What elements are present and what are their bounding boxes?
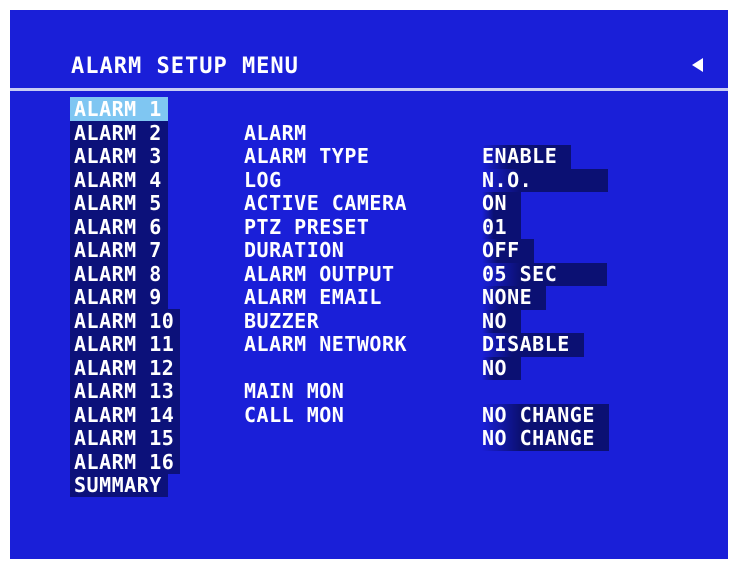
title-divider: [10, 88, 728, 91]
summary-label: SUMMARY: [70, 473, 168, 497]
alarm-list-item[interactable]: ALARM 16: [70, 449, 181, 475]
alarm-list-label: ALARM 7: [70, 238, 168, 262]
setting-row-main-mon[interactable]: MAIN MON NO CHANGE: [244, 357, 724, 427]
alarm-list-label: ALARM 14: [70, 402, 181, 427]
alarm-list-item[interactable]: ALARM 5: [70, 191, 180, 216]
alarm-list-label: ALARM 16: [70, 449, 181, 474]
setting-row-ptz-preset[interactable]: PTZ PRESET OFF: [244, 192, 724, 263]
alarm-list-item[interactable]: ALARM 2: [70, 120, 180, 146]
alarm-list-label: ALARM 12: [70, 355, 181, 380]
setting-value[interactable]: NO CHANGE: [482, 426, 609, 451]
alarm-list-item[interactable]: ALARM 7: [70, 238, 180, 263]
setting-label: CALL MON: [244, 402, 345, 427]
alarm-list-item[interactable]: ALARM 10: [70, 308, 181, 334]
alarm-list-label: ALARM 15: [70, 426, 181, 450]
alarm-list-item[interactable]: ALARM 12: [70, 355, 181, 381]
triangle-left-icon[interactable]: [692, 58, 703, 72]
alarm-list-item[interactable]: ALARM 13: [70, 379, 181, 404]
alarm-list-item[interactable]: ALARM 4: [70, 167, 180, 193]
setting-row-duration[interactable]: DURATION 05 SEC: [244, 216, 724, 286]
alarm-list-item[interactable]: ALARM 15: [70, 426, 181, 451]
alarm-list-label: ALARM 8: [70, 261, 168, 286]
alarm-list-item[interactable]: ALARM 1: [70, 97, 180, 122]
alarm-list-item[interactable]: ALARM 6: [70, 214, 180, 240]
setting-row-alarm-email[interactable]: ALARM EMAIL NO: [244, 263, 724, 333]
alarm-list-item[interactable]: ALARM 14: [70, 402, 181, 428]
alarm-list-label: ALARM 1: [70, 97, 168, 121]
alarm-list-label: ALARM 10: [70, 308, 181, 333]
alarm-list-label: ALARM 5: [70, 191, 168, 215]
page-title: ALARM SETUP MENU: [71, 54, 299, 79]
alarm-list-label: ALARM 6: [70, 214, 168, 239]
osd-screen: ALARM SETUP MENU ALARM 1 ALARM 2 ALARM 3…: [10, 10, 728, 559]
setting-row-active-camera[interactable]: ACTIVE CAMERA 01: [244, 169, 724, 239]
alarm-list-label: ALARM 2: [70, 120, 168, 145]
alarm-settings-panel: ALARM ENABLE ALARM TYPE N.O. LOG ON ACTI…: [244, 98, 724, 451]
summary-item[interactable]: SUMMARY: [70, 473, 180, 498]
alarm-list-label: ALARM 9: [70, 285, 168, 309]
alarm-list-item[interactable]: ALARM 8: [70, 261, 180, 287]
alarm-list-label: ALARM 11: [70, 332, 181, 356]
alarm-list-label: ALARM 13: [70, 379, 181, 403]
alarm-list-item[interactable]: ALARM 11: [70, 332, 181, 357]
alarm-list-item[interactable]: ALARM 3: [70, 144, 180, 169]
setting-row-call-mon[interactable]: CALL MON NO CHANGE: [244, 380, 724, 451]
alarm-list: ALARM 1 ALARM 2 ALARM 3 ALARM 4 ALARM 5 …: [70, 97, 181, 498]
alarm-list-label: ALARM 3: [70, 144, 168, 168]
setting-value[interactable]: DISABLE: [482, 332, 584, 357]
setting-label: ALARM NETWORK: [244, 332, 408, 356]
setting-row-buzzer[interactable]: BUZZER DISABLE: [244, 286, 724, 357]
alarm-list-label: ALARM 4: [70, 167, 168, 192]
setting-row-alarm-output[interactable]: ALARM OUTPUT NONE: [244, 239, 724, 310]
setting-row-log[interactable]: LOG ON: [244, 145, 724, 216]
setting-row-alarm[interactable]: ALARM ENABLE: [244, 98, 724, 169]
setting-row-alarm-network[interactable]: ALARM NETWORK NO: [244, 310, 724, 380]
setting-row-alarm-type[interactable]: ALARM TYPE N.O.: [244, 122, 724, 192]
setting-value[interactable]: NO CHANGE: [482, 403, 609, 427]
alarm-list-item[interactable]: ALARM 9: [70, 285, 180, 310]
